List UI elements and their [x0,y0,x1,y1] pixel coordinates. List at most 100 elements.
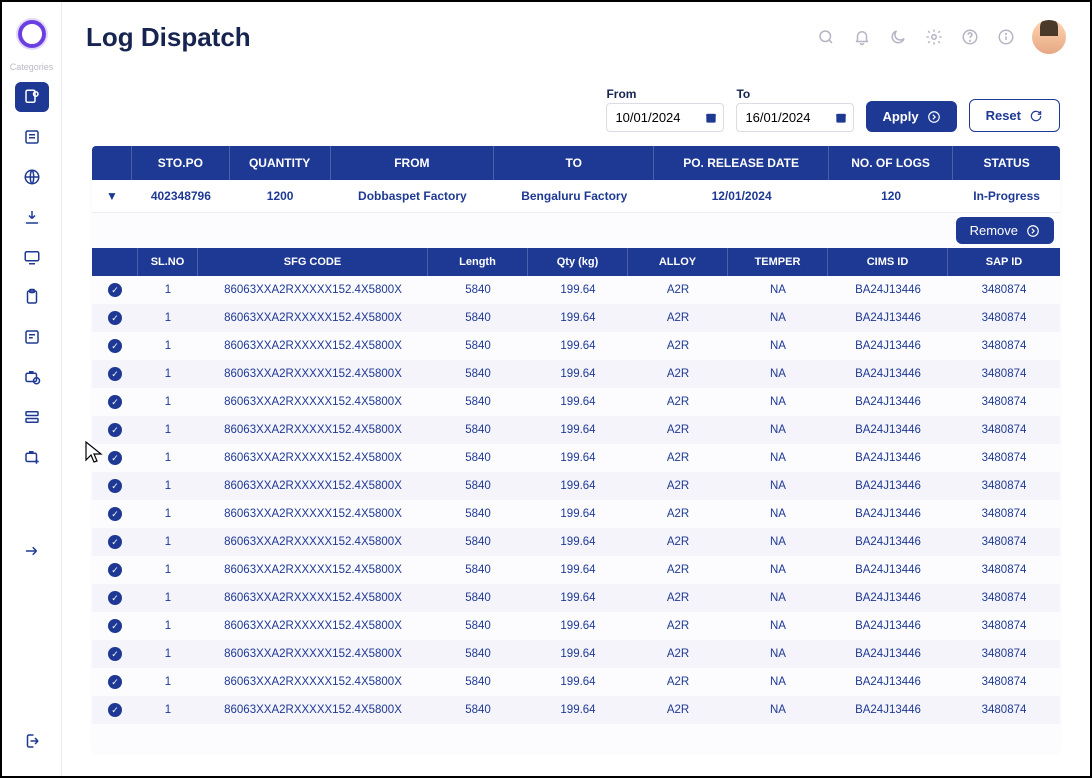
row-checkbox[interactable]: ✓ [108,647,122,661]
avatar[interactable] [1032,20,1066,54]
cell-sfg: 86063XXA2RXXXXX152.4X5800X [198,668,428,696]
cell-sfg: 86063XXA2RXXXXX152.4X5800X [198,360,428,388]
row-checkbox[interactable]: ✓ [108,619,122,633]
help-icon[interactable] [960,27,980,47]
nav-item-3[interactable] [15,162,49,192]
from-label: From [606,87,724,101]
cell-slno: 1 [138,416,198,444]
row-checkbox[interactable]: ✓ [108,451,122,465]
row-checkbox[interactable]: ✓ [108,395,122,409]
cell-temper: NA [728,416,828,444]
cell-slno: 1 [138,332,198,360]
cell-length: 5840 [428,304,528,332]
categories-label: Categories [10,62,54,72]
nav-item-1[interactable] [15,82,49,112]
calendar-icon[interactable] [834,111,848,125]
cell-sap: 3480874 [948,388,1060,416]
row-checkbox[interactable]: ✓ [108,339,122,353]
cell-qty: 199.64 [528,528,628,556]
cell-sfg: 86063XXA2RXXXXX152.4X5800X [198,584,428,612]
cell-sap: 3480874 [948,416,1060,444]
gear-icon[interactable] [924,27,944,47]
info-icon[interactable] [996,27,1016,47]
nav-item-8[interactable] [15,362,49,392]
cell-sap: 3480874 [948,360,1060,388]
cell-length: 5840 [428,360,528,388]
table-row: ✓186063XXA2RXXXXX152.4X5800X5840199.64A2… [92,416,1060,444]
row-checkbox[interactable]: ✓ [108,423,122,437]
dh-length: Length [428,248,528,276]
cell-sap: 3480874 [948,276,1060,304]
cell-slno: 1 [138,668,198,696]
nav-logout[interactable] [15,726,49,756]
cell-length: 5840 [428,332,528,360]
cell-alloy: A2R [628,304,728,332]
calendar-icon[interactable] [704,111,718,125]
cell-alloy: A2R [628,556,728,584]
monitor-icon [23,248,41,266]
row-checkbox[interactable]: ✓ [108,703,122,717]
refresh-icon [1029,109,1043,123]
remove-button[interactable]: Remove [956,217,1054,244]
remove-label: Remove [970,223,1018,238]
dh-alloy: ALLOY [628,248,728,276]
header-actions [816,20,1066,54]
cell-qty: 199.64 [528,276,628,304]
cell-length: 5840 [428,472,528,500]
nav-item-5[interactable] [15,242,49,272]
cell-sap: 3480874 [948,528,1060,556]
row-checkbox[interactable]: ✓ [108,367,122,381]
row-checkbox[interactable]: ✓ [108,563,122,577]
cell-temper: NA [728,444,828,472]
nav-item-4[interactable] [15,202,49,232]
nav-item-7[interactable] [15,322,49,352]
row-checkbox[interactable]: ✓ [108,311,122,325]
cell-alloy: A2R [628,332,728,360]
row-checkbox[interactable]: ✓ [108,479,122,493]
table-row: ✓186063XXA2RXXXXX152.4X5800X5840199.64A2… [92,556,1060,584]
bell-icon[interactable] [852,27,872,47]
cell-qty: 199.64 [528,332,628,360]
reset-button[interactable]: Reset [969,99,1060,132]
cell-length: 5840 [428,444,528,472]
dh-cims: CIMS ID [828,248,948,276]
cell-cims: BA24J13446 [828,444,948,472]
summary-table: STO.PO QUANTITY FROM TO PO. RELEASE DATE… [92,146,1060,213]
search-icon[interactable] [816,27,836,47]
nav-item-10[interactable] [15,442,49,472]
apply-label: Apply [882,109,918,124]
table-row: ✓186063XXA2RXXXXX152.4X5800X5840199.64A2… [92,472,1060,500]
arrow-right-icon [23,542,41,560]
nav-collapse[interactable] [15,536,49,566]
cell-cims: BA24J13446 [828,332,948,360]
nav-item-9[interactable] [15,402,49,432]
expand-toggle[interactable]: ▼ [106,189,118,203]
cell-alloy: A2R [628,528,728,556]
cell-sfg: 86063XXA2RXXXXX152.4X5800X [198,472,428,500]
clipboard-icon [23,288,41,306]
cell-sap: 3480874 [948,612,1060,640]
row-checkbox[interactable]: ✓ [108,507,122,521]
globe-icon [23,168,41,186]
cell-slno: 1 [138,360,198,388]
cell-length: 5840 [428,528,528,556]
nav-item-6[interactable] [15,282,49,312]
briefcase-time-icon [23,368,41,386]
logout-icon [23,732,41,750]
cell-qty: 199.64 [528,556,628,584]
col-sto-po: STO.PO [132,146,230,180]
apply-button[interactable]: Apply [866,101,956,132]
row-checkbox[interactable]: ✓ [108,675,122,689]
cell-logs: 120 [829,180,953,213]
row-checkbox[interactable]: ✓ [108,535,122,549]
moon-icon[interactable] [888,27,908,47]
cell-qty: 199.64 [528,612,628,640]
nav-item-2[interactable] [15,122,49,152]
cell-alloy: A2R [628,416,728,444]
cell-to: Bengaluru Factory [494,180,654,213]
row-checkbox[interactable]: ✓ [108,591,122,605]
cell-temper: NA [728,332,828,360]
row-checkbox[interactable]: ✓ [108,283,122,297]
summary-row: ▼ 402348796 1200 Dobbaspet Factory Benga… [92,180,1060,213]
cell-cims: BA24J13446 [828,472,948,500]
